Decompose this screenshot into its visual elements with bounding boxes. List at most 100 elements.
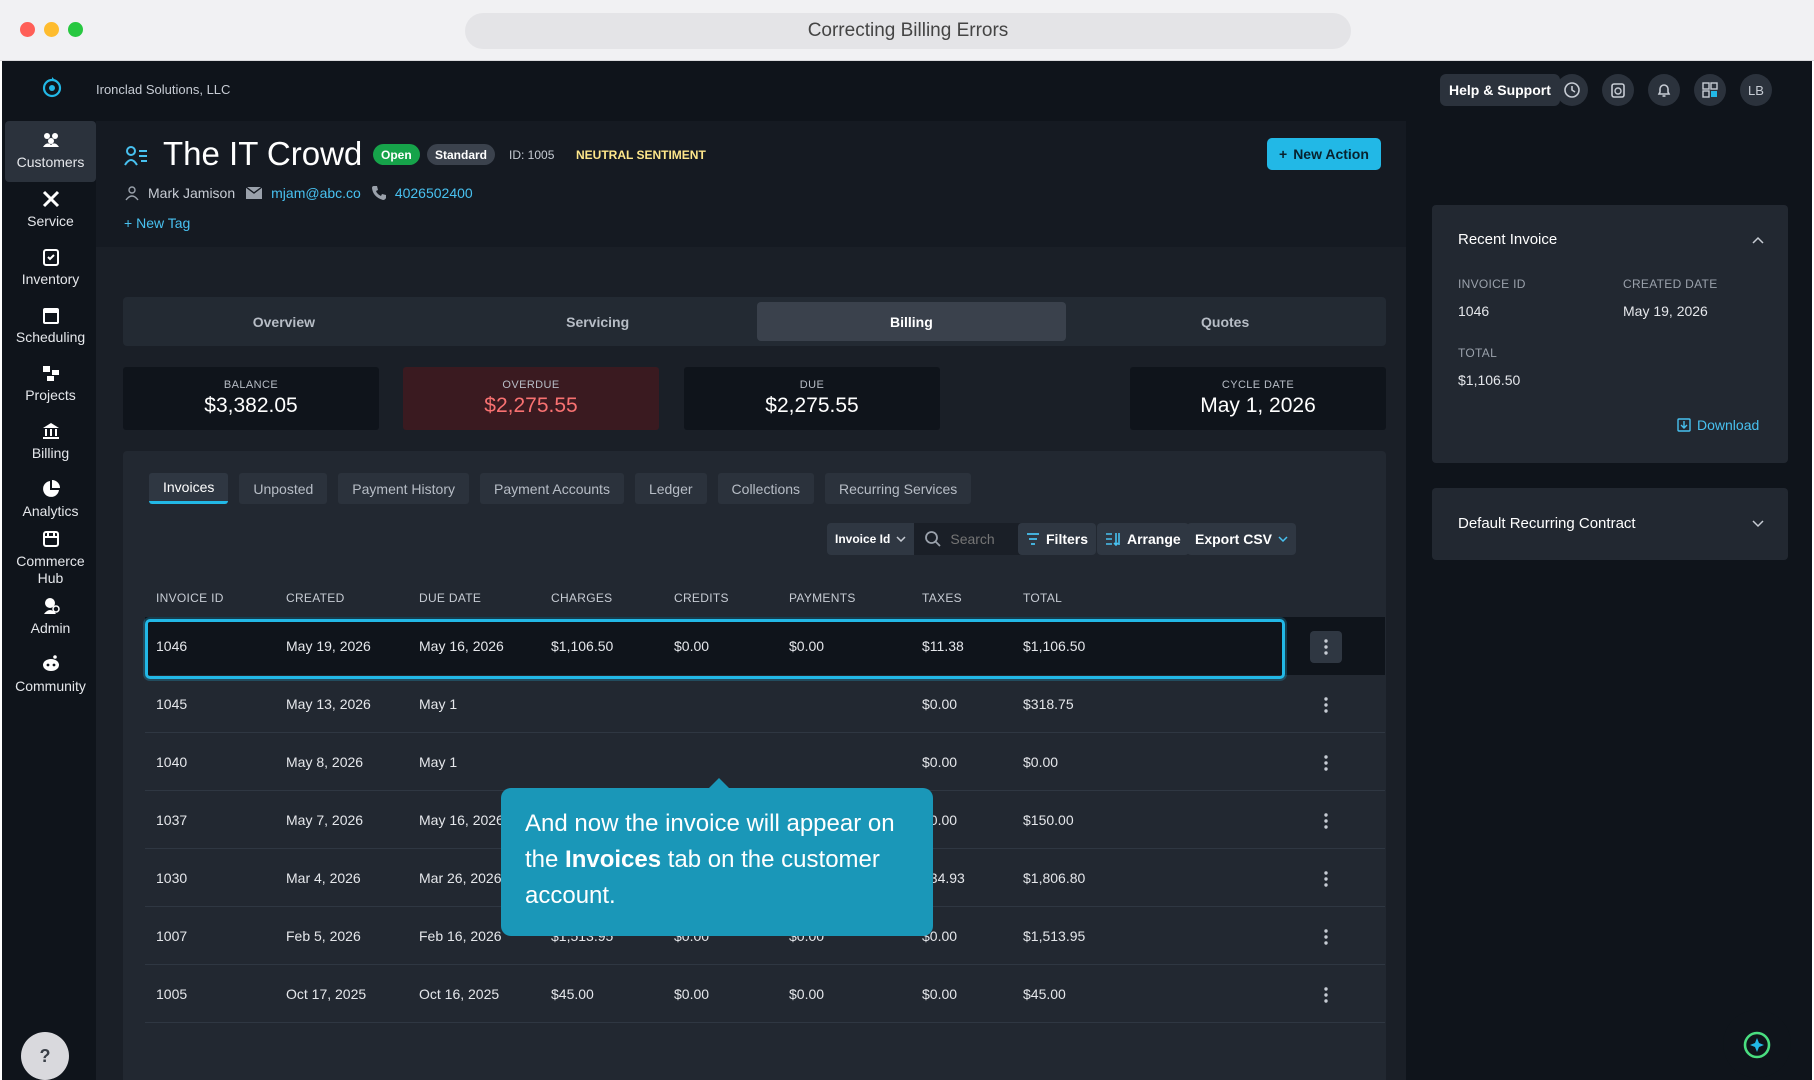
tab-recurring-services[interactable]: Recurring Services [825,473,972,504]
column-header[interactable]: PAYMENTS [789,591,856,605]
customers-icon [42,133,59,147]
row-menu-button[interactable] [1310,805,1342,837]
new-tag-label: New Tag [136,215,191,231]
stat-label: BALANCE [223,379,279,391]
export-csv-button[interactable]: Export CSV [1187,523,1297,555]
ai-assistant-button[interactable] [1723,1010,1791,1078]
cell-taxes: $11.38 [922,638,964,654]
plus-icon: + [124,215,137,231]
sidebar-item-community[interactable]: Community [5,654,96,694]
help-button[interactable]: ? [21,1032,69,1080]
filters-button[interactable]: Filters [1018,523,1097,555]
maximize-window-button[interactable] [68,22,83,37]
sidebar-item-commerce-hub[interactable]: Commerce Hub [5,529,96,587]
sidebar-item-scheduling[interactable]: Scheduling [5,305,96,345]
table-row[interactable]: 1040 May 8, 2026 May 1 $0.00 $0.00 [145,733,1385,791]
tab-invoices[interactable]: Invoices [149,473,229,504]
tab-unposted[interactable]: Unposted [239,473,328,504]
row-menu-button[interactable] [1310,921,1342,953]
sidebar-item-label: Customers [16,154,85,170]
row-menu-button[interactable] [1310,689,1342,721]
tab-payment-history[interactable]: Payment History [338,473,469,504]
sidebar-item-service[interactable]: Service [5,189,96,229]
recent-invoice-total: $1,106.50 [1458,372,1521,388]
cell-taxes: $0.00 [922,696,958,712]
arrange-button[interactable]: Arrange [1097,523,1189,555]
column-header[interactable]: DUE DATE [419,591,481,605]
field-label: CREATED DATE [1623,277,1718,291]
sidebar: Customers Service Inventory Scheduling P… [2,121,96,1080]
sidebar-item-admin[interactable]: Admin [5,596,96,636]
table-row[interactable]: 1005 Oct 17, 2025 Oct 16, 2025 $45.00 $0.00 $… [145,965,1385,1023]
filters-label: Filters [1046,531,1089,547]
sidebar-item-billing[interactable]: Billing [5,421,96,461]
help-support-button[interactable]: Help & Support [1440,74,1560,106]
tab-billing[interactable]: Billing [756,302,1067,341]
tab-overview[interactable]: Overview [129,302,439,341]
sidebar-item-customers[interactable]: Customers [5,121,96,182]
column-header[interactable]: CREDITS [674,591,729,605]
contact-phone-link[interactable]: 4026502400 [395,185,473,201]
chevron-up-icon[interactable] [1752,236,1764,244]
cell-total: $0.00 [1023,754,1059,770]
cell-total: $150.00 [1023,812,1074,828]
column-header[interactable]: CREATED [286,591,345,605]
row-menu-button[interactable] [1310,747,1342,779]
recent-invoice-card: Recent Invoice INVOICE ID 1046 CREATED D… [1432,205,1788,463]
recent-invoice-id: 1046 [1458,303,1490,319]
apps-button[interactable] [1694,74,1726,106]
download-button[interactable]: Download [1677,417,1759,433]
contact-row: Mark Jamison mjam@abc.co 4026502400 [124,185,473,201]
column-header[interactable]: TOTAL [1023,591,1062,605]
cell-taxes: $0.00 [922,754,958,770]
search-field-select[interactable]: Invoice Id [827,523,915,555]
cell-created: Oct 17, 2025 [286,986,367,1002]
new-tag-button[interactable]: + New Tag [124,215,190,231]
minimize-window-button[interactable] [44,22,59,37]
user-avatar[interactable]: LB [1740,74,1772,106]
tab-collections[interactable]: Collections [717,473,815,504]
sidebar-item-label: Inventory [21,271,80,287]
row-menu-button[interactable] [1310,631,1342,663]
contact-email-link[interactable]: mjam@abc.co [271,185,361,201]
tab-ledger[interactable]: Ledger [634,473,707,504]
sidebar-item-projects[interactable]: Projects [5,363,96,403]
tab-payment-accounts[interactable]: Payment Accounts [480,473,624,504]
close-window-button[interactable] [20,22,35,37]
app: Ironclad Solutions, LLC Help & Support L… [2,61,1812,1080]
tab-servicing[interactable]: Servicing [443,302,753,341]
address-bar[interactable]: Correcting Billing Errors [465,13,1351,49]
row-menu-button[interactable] [1310,863,1342,895]
table-row[interactable]: 1046 May 19, 2026 May 16, 2026 $1,106.50 $0.… [145,617,1385,679]
search-input[interactable] [950,531,1015,547]
timer-button[interactable] [1602,74,1634,106]
kebab-menu-icon [1324,639,1328,655]
app-logo-icon[interactable] [40,75,64,99]
phone-icon [371,186,386,200]
history-button[interactable] [1556,74,1588,106]
recurring-contract-card[interactable]: Default Recurring Contract [1432,488,1788,560]
cell-invoice-id: 1046 [156,638,188,654]
timer-icon [1611,83,1625,98]
table-row[interactable]: 1045 May 13, 2026 May 1 $0.00 $318.75 [145,675,1385,733]
notifications-button[interactable] [1648,74,1680,106]
tab-quotes[interactable]: Quotes [1070,302,1380,341]
ai-sparkle-icon [1743,1031,1771,1059]
sidebar-item-analytics[interactable]: Analytics [5,479,96,519]
row-menu-button[interactable] [1310,979,1342,1011]
sentiment-badge: NEUTRAL SENTIMENT [576,148,706,162]
community-icon [42,655,59,671]
cell-total: $318.75 [1023,696,1074,712]
sidebar-item-inventory[interactable]: Inventory [5,247,96,287]
column-header[interactable]: TAXES [922,591,962,605]
chevron-down-icon[interactable] [1752,520,1764,528]
cell-created: Feb 5, 2026 [286,928,361,944]
cell-due-date: Oct 16, 2025 [419,986,500,1002]
column-header[interactable]: CHARGES [551,591,612,605]
field-label: TOTAL [1458,346,1498,360]
new-action-button[interactable]: + New Action [1267,138,1381,170]
customer-name: The IT Crowd [163,135,363,172]
chevron-down-icon [1278,536,1288,542]
sidebar-item-label: Admin [30,620,71,636]
column-header[interactable]: INVOICE ID [156,591,224,605]
